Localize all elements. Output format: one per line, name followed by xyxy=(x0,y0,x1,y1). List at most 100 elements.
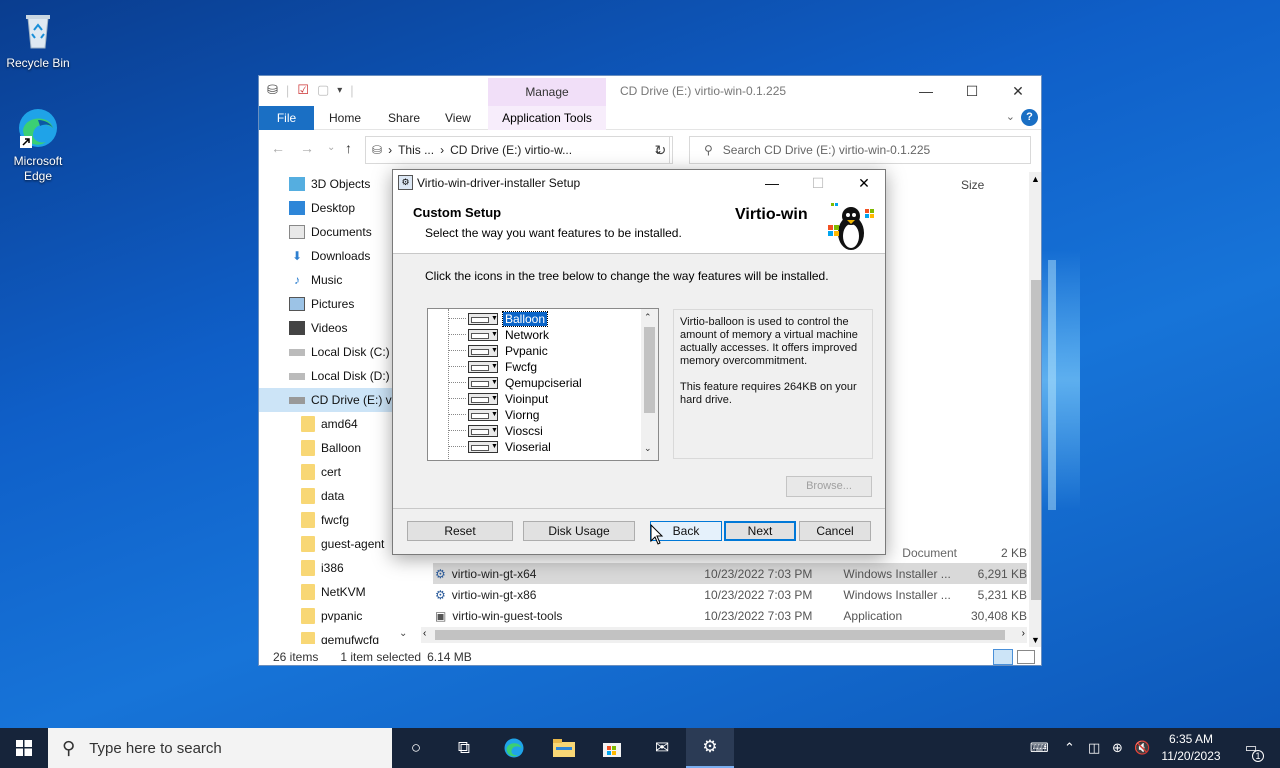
tab-share[interactable]: Share xyxy=(388,106,420,130)
feature-label[interactable]: Qemupciserial xyxy=(503,376,584,390)
feature-install-state-icon[interactable]: ▼ xyxy=(468,329,498,341)
disk-usage-button[interactable]: Disk Usage xyxy=(523,521,635,541)
help-icon[interactable]: ? xyxy=(1021,109,1038,126)
feature-install-state-icon[interactable]: ▼ xyxy=(468,377,498,389)
feature-item-viorng[interactable]: ▼ Viorng xyxy=(468,407,541,423)
next-button[interactable]: Next xyxy=(724,521,796,541)
nav-folder-i386[interactable]: i386 xyxy=(259,556,415,580)
start-button[interactable] xyxy=(0,728,48,768)
scroll-right-icon[interactable]: › xyxy=(1022,628,1025,639)
scroll-up-icon[interactable]: ⌃ xyxy=(644,312,652,323)
table-row[interactable]: ▣ virtio-win-guest-tools 10/23/2022 7:03 … xyxy=(433,605,1027,626)
browse-button[interactable]: Browse... xyxy=(786,476,872,497)
scroll-up-icon[interactable]: ▲ xyxy=(1031,174,1040,184)
task-view-icon[interactable]: ⧉ xyxy=(440,728,488,768)
minimize-icon[interactable]: — xyxy=(903,76,949,106)
feature-label[interactable]: Vioserial xyxy=(503,440,553,454)
installer-taskbar-icon[interactable]: ⚙ xyxy=(686,728,734,768)
edge-taskbar-icon[interactable] xyxy=(490,728,538,768)
mail-icon[interactable]: ✉ xyxy=(638,728,686,768)
table-row[interactable]: ⚙ virtio-win-gt-x86 10/23/2022 7:03 PM Wi… xyxy=(433,584,1027,605)
recent-locations-icon[interactable]: ⌄ xyxy=(327,142,335,153)
feature-install-state-icon[interactable]: ▼ xyxy=(468,345,498,357)
desktop-icon-edge[interactable]: Microsoft Edge xyxy=(0,106,76,184)
tab-view[interactable]: View xyxy=(445,106,471,130)
feature-item-vioinput[interactable]: ▼ Vioinput xyxy=(468,391,550,407)
feature-item-vioscsi[interactable]: ▼ Vioscsi xyxy=(468,423,545,439)
feature-item-vioserial[interactable]: ▼ Vioserial xyxy=(468,439,553,455)
large-icons-view-icon[interactable] xyxy=(1017,650,1035,664)
maximize-icon[interactable]: ☐ xyxy=(949,76,995,106)
feature-label[interactable]: Network xyxy=(503,328,551,342)
feature-item-fwcfg[interactable]: ▼ Fwcfg xyxy=(468,359,539,375)
feature-tree[interactable]: ▼ Balloon ▼ Network ▼ Pvpanic ▼ Fwcfg ▼ Qemup… xyxy=(427,308,659,461)
feature-install-state-icon[interactable]: ▼ xyxy=(468,409,498,421)
feature-label[interactable]: Vioscsi xyxy=(503,424,545,438)
close-icon[interactable]: ✕ xyxy=(995,76,1041,106)
cancel-button[interactable]: Cancel xyxy=(799,521,871,541)
scrollbar-thumb[interactable] xyxy=(1031,280,1041,600)
feature-label[interactable]: Vioinput xyxy=(503,392,550,406)
vertical-scrollbar[interactable]: ▲ ▼ xyxy=(1029,172,1041,647)
feature-install-state-icon[interactable]: ▼ xyxy=(468,393,498,405)
nav-folder-netkvm[interactable]: NetKVM xyxy=(259,580,415,604)
feature-install-state-icon[interactable]: ▼ xyxy=(468,361,498,373)
taskbar-search-input[interactable]: ⚲ Type here to search xyxy=(48,728,392,768)
up-arrow-icon[interactable]: ↑ xyxy=(345,140,352,156)
search-input[interactable]: ⚲ Search CD Drive (E:) virtio-win-0.1.22… xyxy=(689,136,1031,164)
store-icon[interactable] xyxy=(588,728,636,768)
feature-install-state-icon[interactable]: ▼ xyxy=(468,313,498,325)
volume-muted-icon[interactable]: 🔇 xyxy=(1134,740,1154,756)
close-icon[interactable]: ✕ xyxy=(841,170,887,196)
scroll-down-icon[interactable]: ▼ xyxy=(1031,635,1040,645)
properties-icon[interactable]: ☑ xyxy=(297,82,309,98)
feature-label[interactable]: Viorng xyxy=(503,408,541,422)
tab-application-tools[interactable]: Application Tools xyxy=(488,106,606,130)
file-explorer-taskbar-icon[interactable] xyxy=(540,728,588,768)
reset-button[interactable]: Reset xyxy=(407,521,513,541)
feature-install-state-icon[interactable]: ▼ xyxy=(468,425,498,437)
back-arrow-icon[interactable]: ← xyxy=(271,140,285,156)
address-bar[interactable]: ⛁ › This ... › CD Drive (E:) virtio-w...… xyxy=(365,136,670,164)
scrollbar-thumb[interactable] xyxy=(644,327,655,413)
new-folder-icon[interactable]: ▢ xyxy=(317,82,329,98)
scroll-left-icon[interactable]: ‹ xyxy=(423,628,426,639)
feature-tree-scrollbar[interactable]: ⌃ ⌄ xyxy=(641,309,658,460)
details-view-icon[interactable] xyxy=(993,649,1013,665)
scroll-down-icon[interactable]: ⌄ xyxy=(644,443,652,454)
nav-folder-pvpanic[interactable]: pvpanic xyxy=(259,604,415,628)
feature-label[interactable]: Fwcfg xyxy=(503,360,539,374)
feature-install-state-icon[interactable]: ▼ xyxy=(468,441,498,453)
feature-item-pvpanic[interactable]: ▼ Pvpanic xyxy=(468,343,550,359)
drive-icon[interactable]: ⛁ xyxy=(267,82,278,98)
nav-folder-qemufwcfg[interactable]: qemufwcfg xyxy=(259,628,415,644)
keyboard-icon[interactable]: ⌨ xyxy=(1030,740,1056,756)
feature-item-balloon[interactable]: ▼ Balloon xyxy=(468,311,549,327)
column-header-size[interactable]: Size xyxy=(961,178,984,192)
horizontal-scrollbar[interactable]: ‹ › xyxy=(421,627,1027,643)
breadcrumb-cd-drive[interactable]: CD Drive (E:) virtio-w... xyxy=(450,143,572,157)
device-icon[interactable]: ◫ xyxy=(1088,740,1112,756)
feature-label[interactable]: Balloon xyxy=(501,311,549,327)
clock[interactable]: 6:35 AM 11/20/2023 xyxy=(1160,731,1222,765)
refresh-button[interactable]: ↻ xyxy=(649,136,673,164)
breadcrumb-this-pc[interactable]: This ... xyxy=(398,143,434,157)
scrollbar-thumb[interactable] xyxy=(435,630,1005,640)
minimize-icon[interactable]: — xyxy=(749,170,795,196)
nav-scroll-down-icon[interactable]: ⌄ xyxy=(399,628,407,639)
forward-arrow-icon[interactable]: → xyxy=(300,140,314,156)
expand-ribbon-icon[interactable]: ⌄ xyxy=(1006,110,1015,123)
tab-file[interactable]: File xyxy=(259,106,314,130)
tab-home[interactable]: Home xyxy=(329,106,361,130)
customize-toolbar-icon[interactable]: ▾ xyxy=(337,85,342,96)
feature-label[interactable]: Pvpanic xyxy=(503,344,550,358)
notifications-button[interactable]: ▭ 1 xyxy=(1236,728,1266,768)
table-row[interactable]: ⚙ virtio-win-gt-x64 10/23/2022 7:03 PM Wi… xyxy=(433,563,1027,584)
network-icon[interactable]: ⊕ xyxy=(1112,740,1134,756)
manage-contextual-tab[interactable]: Manage xyxy=(488,78,606,106)
cortana-icon[interactable]: ○ xyxy=(392,728,440,768)
feature-item-network[interactable]: ▼ Network xyxy=(468,327,551,343)
desktop-icon-recycle-bin[interactable]: Recycle Bin xyxy=(0,8,76,71)
feature-item-qemupciserial[interactable]: ▼ Qemupciserial xyxy=(468,375,584,391)
show-hidden-icons-icon[interactable]: ⌃ xyxy=(1064,740,1088,756)
